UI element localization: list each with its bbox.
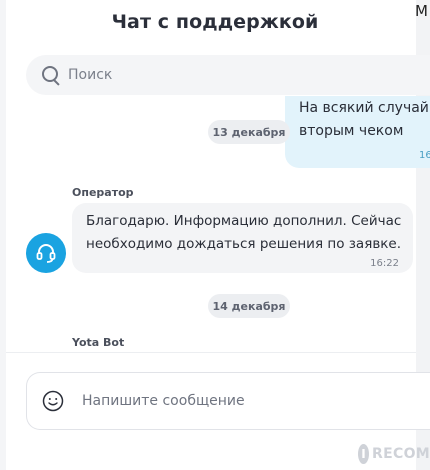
message-composer[interactable]	[26, 372, 430, 430]
corner-letter: M	[415, 2, 428, 20]
sender-name: Оператор	[72, 186, 134, 199]
date-separator: 13 декабря	[208, 120, 290, 144]
smiley-icon[interactable]	[42, 390, 64, 412]
support-chat-window: Чат с поддержкой M Поиск На всякий случа…	[0, 0, 430, 470]
message-time: 16:	[419, 150, 430, 161]
search-input[interactable]: Поиск	[68, 67, 112, 83]
operator-avatar	[26, 233, 66, 273]
message-text: необходимо дождаться решения по заявке.	[86, 236, 402, 252]
page-title: Чат с поддержкой	[111, 11, 319, 33]
message-text: вторым чеком	[299, 123, 404, 139]
outgoing-message: На всякий случай с вторым чеком 16:	[285, 96, 430, 168]
incoming-message: Благодарю. Информацию дополнил. Сейчас н…	[72, 203, 413, 273]
message-input[interactable]	[80, 392, 384, 410]
date-separator: 14 декабря	[208, 294, 290, 318]
message-text: Благодарю. Информацию дополнил. Сейчас	[86, 213, 402, 229]
message-time: 16:22	[370, 258, 399, 269]
watermark: I RECOM	[358, 440, 430, 468]
message-list[interactable]: На всякий случай с вторым чеком 16: 13 д…	[0, 96, 430, 350]
sender-name: Yota Bot	[72, 336, 125, 349]
message-text: На всякий случай с	[299, 100, 430, 116]
watermark-text: RECOM	[372, 446, 430, 462]
watermark-badge: I	[358, 444, 370, 464]
search-field[interactable]: Поиск	[26, 55, 430, 95]
headset-icon	[36, 244, 56, 263]
search-icon	[40, 64, 62, 86]
composer-divider	[6, 352, 416, 353]
